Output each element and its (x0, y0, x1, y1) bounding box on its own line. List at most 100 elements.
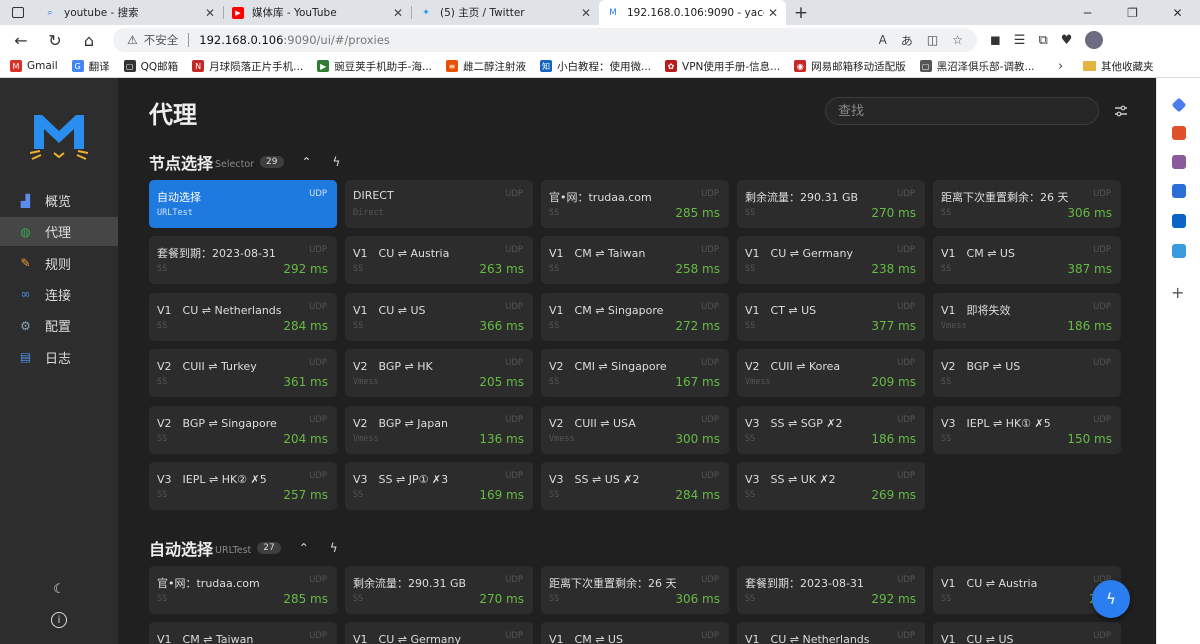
about-button[interactable]: i (51, 612, 67, 628)
search-input[interactable] (825, 97, 1099, 125)
bookmark-item[interactable]: ≡ 雌二醇注射液 (446, 59, 526, 74)
proxy-card[interactable]: V3 SS ⇌ UK ✗2 UDP SS 269 ms (737, 462, 925, 510)
bookmark-item[interactable]: ▢ QQ邮箱 (123, 59, 178, 74)
new-tab-button[interactable]: + (786, 0, 816, 25)
sidebar-item[interactable]: ∞ 连接 (0, 280, 118, 309)
proxy-card[interactable]: V2 CUII ⇌ Korea UDP Vmess 209 ms (737, 349, 925, 398)
favorite-star-icon[interactable]: ☆ (952, 33, 963, 47)
proxy-latency: 284 ms (283, 318, 328, 333)
drop-icon[interactable] (1172, 244, 1186, 258)
test-group-latency-icon[interactable]: ϟ (327, 541, 341, 555)
address-bar[interactable]: ⚠ 不安全 192.168.0.106:9090/ui/#/proxies A … (113, 28, 977, 52)
maximize-button[interactable]: ❐ (1110, 0, 1155, 25)
settings-sliders-icon[interactable] (1114, 104, 1128, 118)
bookmark-item[interactable]: ◉ 网易邮箱移动适配版 (794, 59, 906, 74)
chevron-right-icon[interactable]: › (1058, 59, 1063, 74)
proxy-card[interactable]: 剩余流量：290.31 GB UDP SS 270 ms (345, 566, 533, 614)
home-button[interactable]: ⌂ (72, 31, 106, 50)
test-group-latency-icon[interactable]: ϟ (330, 155, 344, 169)
collapse-chevron-icon[interactable]: ⌃ (300, 155, 314, 169)
proxy-card[interactable]: V1 CM ⇌ US UDP (541, 622, 729, 644)
collections-icon[interactable]: ⧉ (1038, 33, 1047, 48)
proxy-card[interactable]: 官•网：trudaa.com UDP SS 285 ms (149, 566, 337, 614)
close-window-button[interactable]: ✕ (1155, 0, 1200, 25)
proxy-card[interactable]: V2 CUII ⇌ Turkey UDP SS 361 ms (149, 349, 337, 398)
bookmark-item[interactable]: 知小白教程：使用微... (540, 59, 651, 74)
proxy-card[interactable]: V3 SS ⇌ US ✗2 UDP SS 284 ms (541, 462, 729, 510)
discover-icon[interactable] (1171, 97, 1187, 113)
test-latency-button[interactable]: ϟ (1092, 580, 1130, 618)
proxy-card[interactable]: V2 BGP ⇌ Singapore UDP SS 204 ms (149, 405, 337, 454)
split-screen-icon[interactable]: ◫ (927, 33, 938, 47)
minimize-button[interactable]: ─ (1065, 0, 1110, 25)
proxy-card[interactable]: V2 BGP ⇌ US UDP SS (933, 349, 1121, 398)
bookmark-item[interactable]: ▶ 豌豆荚手机助手-海... (317, 59, 432, 74)
reload-button[interactable]: ↻ (38, 31, 72, 50)
proxy-card[interactable]: V2 CMI ⇌ Singapore UDP SS 167 ms (541, 349, 729, 398)
bookmark-item[interactable]: N 月球陨落正片手机... (192, 59, 303, 74)
close-tab-icon[interactable]: ✕ (768, 6, 778, 20)
proxy-card[interactable]: 套餐到期：2023-08-31 UDP SS 292 ms (737, 566, 925, 614)
sidebar-item[interactable]: ✎ 规则 (0, 249, 118, 278)
proxy-card[interactable]: DIRECT UDP Direct (345, 180, 533, 228)
office-icon[interactable] (1172, 184, 1186, 198)
add-sidebar-app-icon[interactable]: + (1171, 283, 1184, 302)
extension-icon[interactable]: ◼ (990, 33, 1001, 48)
proxy-card[interactable]: 套餐到期：2023-08-31 UDP SS 292 ms (149, 236, 337, 285)
close-tab-icon[interactable]: ✕ (393, 6, 403, 20)
proxy-card[interactable]: 自动选择 UDP URLTest (149, 180, 337, 228)
proxy-card[interactable]: V1 CM ⇌ Taiwan UDP SS 258 ms (541, 236, 729, 285)
proxy-card[interactable]: V3 IEPL ⇌ HK① ✗5 UDP SS 150 ms (933, 405, 1121, 454)
proxy-latency: 269 ms (871, 488, 916, 502)
proxy-card[interactable]: 剩余流量：290.31 GB UDP SS 270 ms (737, 180, 925, 228)
proxy-card[interactable]: V1 CU ⇌ US UDP SS 366 ms (345, 292, 533, 341)
proxy-card[interactable]: V2 CUII ⇌ USA UDP Vmess 300 ms (541, 405, 729, 454)
proxy-card[interactable]: V2 BGP ⇌ Japan UDP Vmess 136 ms (345, 405, 533, 454)
proxy-card[interactable]: V1 CU ⇌ Netherlands UDP (737, 622, 925, 644)
bookmarks-folder[interactable]: 其他收藏夹 (1083, 59, 1154, 74)
proxy-card[interactable]: 官•网：trudaa.com UDP SS 285 ms (541, 180, 729, 228)
profile-avatar[interactable] (1085, 31, 1104, 49)
proxy-card[interactable]: V1 CM ⇌ Singapore UDP SS 272 ms (541, 292, 729, 341)
proxy-card[interactable]: 距离下次重置剩余：26 天 UDP SS 306 ms (933, 180, 1121, 228)
browser-tab[interactable]: M 192.168.0.106:9090 - yacd ✕ (599, 0, 786, 25)
read-aloud-icon[interactable]: A (879, 33, 887, 47)
bookmark-item[interactable]: ▢ 黑沼泽俱乐部-调教... (919, 59, 1035, 74)
outlook-icon[interactable] (1172, 214, 1186, 228)
translate-icon[interactable]: あ (901, 32, 913, 49)
tab-actions-button[interactable] (0, 0, 36, 25)
proxy-card[interactable]: V3 IEPL ⇌ HK② ✗5 UDP SS 257 ms (149, 462, 337, 510)
proxy-card[interactable]: V1 CU ⇌ Germany UDP SS 238 ms (737, 236, 925, 285)
close-tab-icon[interactable]: ✕ (205, 6, 215, 20)
proxy-card[interactable]: V3 SS ⇌ SGP ✗2 UDP SS 186 ms (737, 405, 925, 454)
favorites-icon[interactable]: ☰ (1014, 33, 1026, 48)
proxy-card[interactable]: V1 即将失效 UDP Vmess 186 ms (933, 292, 1121, 341)
proxy-card[interactable]: V1 CM ⇌ US UDP SS 387 ms (933, 236, 1121, 285)
sidebar-item[interactable]: ▤ 日志 (0, 343, 118, 372)
bookmark-item[interactable]: M Gmail (10, 60, 58, 72)
proxy-card[interactable]: V1 CT ⇌ US UDP SS 377 ms (737, 292, 925, 341)
sidebar-item[interactable]: ◍ 代理 (0, 217, 118, 247)
proxy-card[interactable]: V2 BGP ⇌ HK UDP Vmess 205 ms (345, 349, 533, 398)
performance-icon[interactable]: ♥ (1061, 33, 1073, 48)
back-button[interactable]: ← (4, 31, 38, 50)
sidebar-item[interactable]: ⚙ 配置 (0, 311, 118, 340)
proxy-card[interactable]: V1 CU ⇌ US UDP (933, 622, 1121, 644)
browser-tab[interactable]: ✦ (5) 主页 / Twitter ✕ (412, 0, 599, 25)
bookmark-item[interactable]: G 翻译 (71, 59, 110, 74)
bookmark-item[interactable]: ✿ VPN使用手册-信息... (665, 59, 780, 74)
browser-tab[interactable]: ⌕ youtube - 搜索 ✕ (36, 0, 223, 25)
games-icon[interactable] (1172, 155, 1186, 169)
proxy-card[interactable]: V3 SS ⇌ JP① ✗3 UDP SS 169 ms (345, 462, 533, 510)
browser-tab[interactable]: ▶ 媒体库 - YouTube ✕ (224, 0, 411, 25)
collapse-chevron-icon[interactable]: ⌃ (297, 541, 311, 555)
proxy-card[interactable]: V1 CU ⇌ Austria UDP SS 263 ms (345, 236, 533, 285)
proxy-card[interactable]: 距离下次重置剩余：26 天 UDP SS 306 ms (541, 566, 729, 614)
sidebar-item[interactable]: ▟ 概览 (0, 186, 118, 215)
theme-toggle-button[interactable]: ☾ (51, 581, 67, 597)
proxy-card[interactable]: V1 CM ⇌ Taiwan UDP (149, 622, 337, 644)
shopping-icon[interactable] (1172, 126, 1186, 140)
proxy-card[interactable]: V1 CU ⇌ Netherlands UDP SS 284 ms (149, 292, 337, 341)
close-tab-icon[interactable]: ✕ (581, 6, 591, 20)
proxy-card[interactable]: V1 CU ⇌ Germany UDP (345, 622, 533, 644)
